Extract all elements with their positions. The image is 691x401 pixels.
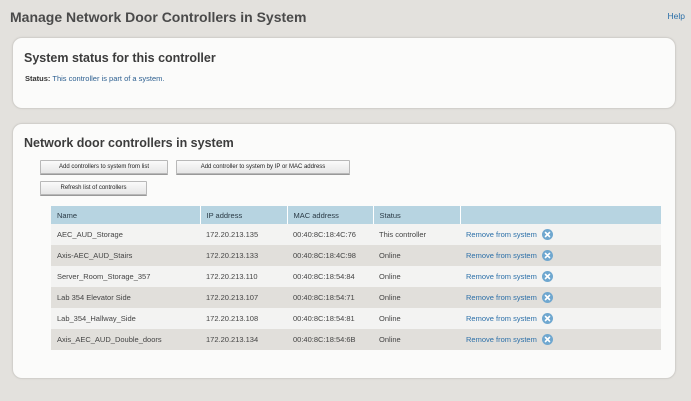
- controller-ip: 172.20.213.110: [200, 266, 287, 287]
- table-row: Lab_354_Hallway_Side 172.20.213.108 00:40:…: [51, 308, 661, 329]
- column-header-ip: IP address: [200, 206, 288, 224]
- controller-status: Online: [373, 287, 460, 308]
- controller-ip: 172.20.213.134: [200, 329, 287, 350]
- system-status-panel: System status for this controller Status…: [12, 37, 676, 109]
- remove-from-system-link[interactable]: Remove from system: [466, 292, 553, 303]
- status-value: This controller is part of a system.: [52, 74, 165, 83]
- controller-name: Axis_AEC_AUD_Double_doors: [51, 329, 200, 350]
- help-link[interactable]: Help: [668, 11, 685, 21]
- add-by-ip-mac-button[interactable]: Add controller to system by IP or MAC ad…: [176, 160, 350, 174]
- controller-name: Server_Room_Storage_357: [51, 266, 200, 287]
- controller-ip: 172.20.213.107: [200, 287, 287, 308]
- column-header-status: Status: [373, 206, 461, 224]
- controller-mac: 00:40:8C:18:54:84: [287, 266, 373, 287]
- controller-ip: 172.20.213.133: [200, 245, 287, 266]
- remove-from-system-link[interactable]: Remove from system: [466, 313, 553, 324]
- controller-actions: Remove from system: [460, 245, 661, 266]
- table-header-row: Name IP address MAC address Status: [51, 206, 661, 224]
- remove-circle-icon[interactable]: [541, 313, 553, 324]
- remove-circle-icon[interactable]: [541, 292, 553, 303]
- controller-actions: Remove from system: [460, 308, 661, 329]
- remove-from-system-link[interactable]: Remove from system: [466, 229, 553, 240]
- remove-from-system-label: Remove from system: [466, 251, 537, 260]
- controller-status: Online: [373, 329, 460, 350]
- remove-circle-icon[interactable]: [541, 229, 553, 240]
- controller-mac: 00:40:8C:18:4C:76: [287, 224, 373, 245]
- controller-actions: Remove from system: [460, 224, 661, 245]
- page-title: Manage Network Door Controllers in Syste…: [10, 9, 307, 25]
- remove-from-system-label: Remove from system: [466, 272, 537, 281]
- column-header-actions: [460, 206, 661, 224]
- status-line: Status: This controller is part of a sys…: [25, 74, 165, 83]
- add-from-list-button[interactable]: Add controllers to system from list: [40, 160, 168, 174]
- controller-status: Online: [373, 308, 460, 329]
- remove-circle-icon[interactable]: [541, 334, 553, 345]
- table-row: Server_Room_Storage_357 172.20.213.110 00:…: [51, 266, 661, 287]
- remove-from-system-label: Remove from system: [466, 314, 537, 323]
- controller-actions: Remove from system: [460, 287, 661, 308]
- table-row: Lab 354 Elevator Side 172.20.213.107 00:40…: [51, 287, 661, 308]
- controllers-table: Name IP address MAC address Status AEC_A…: [51, 206, 661, 350]
- remove-from-system-label: Remove from system: [466, 293, 537, 302]
- remove-from-system-link[interactable]: Remove from system: [466, 250, 553, 261]
- refresh-list-button[interactable]: Refresh list of controllers: [40, 181, 147, 195]
- controller-status: Online: [373, 266, 460, 287]
- controller-name: Lab_354_Hallway_Side: [51, 308, 200, 329]
- controller-mac: 00:40:8C:18:4C:98: [287, 245, 373, 266]
- column-header-name: Name: [51, 206, 201, 224]
- controller-name: Axis-AEC_AUD_Stairs: [51, 245, 200, 266]
- status-label: Status:: [25, 74, 51, 83]
- controller-mac: 00:40:8C:18:54:6B: [287, 329, 373, 350]
- controller-mac: 00:40:8C:18:54:81: [287, 308, 373, 329]
- table-row: AEC_AUD_Storage 172.20.213.135 00:40:8C:18…: [51, 224, 661, 245]
- controller-name: AEC_AUD_Storage: [51, 224, 200, 245]
- controller-mac: 00:40:8C:18:54:71: [287, 287, 373, 308]
- controller-ip: 172.20.213.108: [200, 308, 287, 329]
- controller-status: Online: [373, 245, 460, 266]
- remove-from-system-link[interactable]: Remove from system: [466, 334, 553, 345]
- controllers-heading: Network door controllers in system: [24, 136, 234, 150]
- system-status-heading: System status for this controller: [24, 51, 216, 65]
- remove-circle-icon[interactable]: [541, 250, 553, 261]
- remove-from-system-label: Remove from system: [466, 230, 537, 239]
- remove-from-system-label: Remove from system: [466, 335, 537, 344]
- table-row: Axis_AEC_AUD_Double_doors 172.20.213.134 0…: [51, 329, 661, 350]
- controller-actions: Remove from system: [460, 329, 661, 350]
- controller-name: Lab 354 Elevator Side: [51, 287, 200, 308]
- table-row: Axis-AEC_AUD_Stairs 172.20.213.133 00:40:8…: [51, 245, 661, 266]
- remove-circle-icon[interactable]: [541, 271, 553, 282]
- remove-from-system-link[interactable]: Remove from system: [466, 271, 553, 282]
- controller-actions: Remove from system: [460, 266, 661, 287]
- column-header-mac: MAC address: [287, 206, 374, 224]
- controller-ip: 172.20.213.135: [200, 224, 287, 245]
- controller-status: This controller: [373, 224, 460, 245]
